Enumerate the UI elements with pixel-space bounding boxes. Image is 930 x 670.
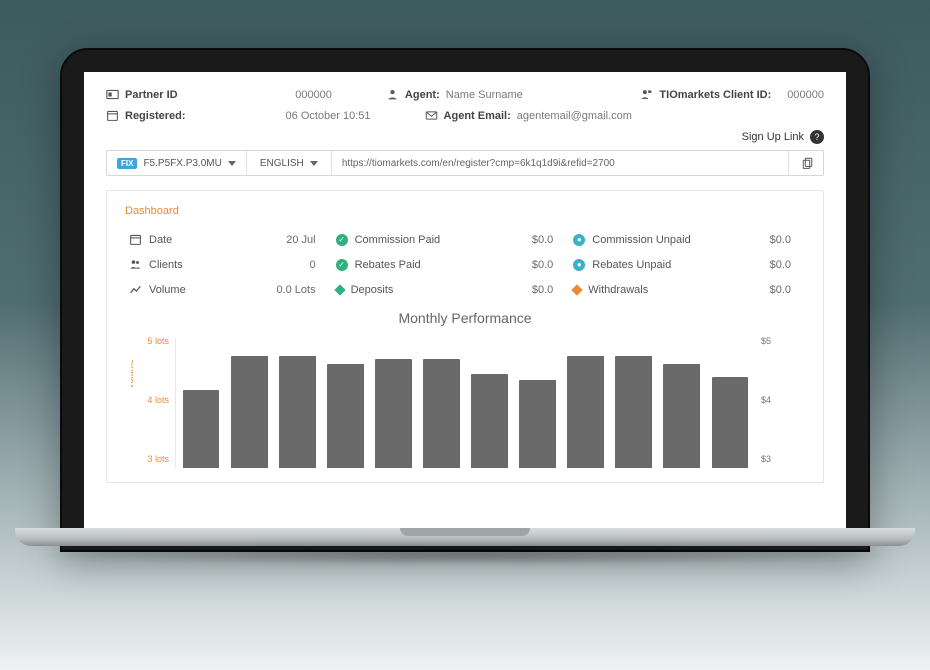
stat-deposits: Deposits: [336, 284, 481, 296]
signup-link-label: Sign Up Link: [742, 131, 804, 143]
stat-withdrawals-value: $0.0: [728, 284, 801, 296]
signup-url: https://tiomarkets.com/en/register?cmp=6…: [342, 158, 615, 169]
y-axis-left-ticks: 5 lots 4 lots 3 lots: [131, 332, 169, 482]
calendar-icon: [106, 109, 119, 122]
laptop-shadow: [25, 544, 905, 566]
diamond-down-icon: [572, 284, 583, 295]
registered: Registered:: [106, 109, 186, 122]
id-card-icon: [106, 88, 119, 101]
dashboard-title: Dashboard: [125, 205, 805, 217]
chart-bar: [423, 359, 460, 468]
envelope-icon: [425, 109, 438, 122]
partner-id-label: Partner ID: [125, 89, 178, 101]
stat-commission-unpaid: ● Commission Unpaid: [573, 234, 718, 246]
y-axis-right-ticks: $5 $4 $3: [761, 332, 799, 482]
chart-line-icon: [129, 283, 142, 296]
chart-bar: [375, 359, 412, 468]
chart-bar: [183, 390, 220, 468]
stat-rebates-paid: ✓ Rebates Paid: [336, 259, 481, 271]
stat-volume: Volume: [129, 283, 243, 296]
stat-rebates-unpaid-value: $0.0: [728, 259, 801, 271]
agent-label: Agent:: [405, 89, 440, 101]
agent-value: Name Surname: [446, 89, 523, 101]
stat-commission-paid-value: $0.0: [491, 234, 564, 246]
dashboard-stats: Date 20 Jul ✓ Commission Paid $0.0 ● Com…: [125, 233, 805, 306]
client-id: TIOmarkets Client ID: 000000: [640, 88, 824, 101]
language-selector[interactable]: ENGLISH: [247, 151, 332, 175]
chart-bar: [615, 356, 652, 468]
chart-bar: [712, 377, 749, 468]
chart-bar: [519, 380, 556, 468]
chart-bar: [663, 364, 700, 468]
chart-bar: [279, 356, 316, 468]
chart-plot-area: [175, 338, 755, 468]
monthly-performance-chart: Volume 5 lots 4 lots 3 lots $5 $4 $3: [131, 332, 799, 482]
stat-rebates-unpaid: ● Rebates Unpaid: [573, 259, 718, 271]
agent: Agent: Name Surname: [386, 88, 523, 101]
caret-down-icon: [228, 161, 236, 166]
stat-clients-value: 0: [253, 259, 326, 271]
laptop-notch: [400, 528, 530, 536]
calendar-icon: [129, 233, 142, 246]
client-id-value: 000000: [787, 89, 824, 101]
header-row-2: Registered: 06 October 10:51 Agent Email…: [106, 109, 824, 122]
chart-bar: [471, 374, 508, 468]
chart-bar: [327, 364, 364, 468]
stat-volume-value: 0.0 Lots: [253, 284, 326, 296]
person-badge-icon: [640, 88, 653, 101]
stat-clients: Clients: [129, 258, 243, 271]
account-selector[interactable]: FIX F5.P5FX.P3.0MU: [107, 151, 247, 175]
stat-withdrawals: Withdrawals: [573, 284, 718, 296]
dashboard-card: Dashboard Date 20 Jul ✓ Commission Paid …: [106, 190, 824, 483]
caret-down-icon: [310, 161, 318, 166]
clock-circle-icon: ●: [573, 234, 585, 246]
agent-email-value: agentemail@gmail.com: [517, 110, 632, 122]
copy-link-button[interactable]: [789, 151, 823, 175]
partner-id: Partner ID: [106, 88, 178, 101]
fix-badge: FIX: [117, 158, 137, 169]
partner-id-value: 000000: [295, 89, 332, 101]
account-id: F5.P5FX.P3.0MU: [143, 158, 221, 169]
registered-label: Registered:: [125, 110, 186, 122]
signup-link-label-row: Sign Up Link ?: [106, 130, 824, 144]
person-icon: [386, 88, 399, 101]
app-screen: Partner ID 000000 Agent: Name Surname: [84, 72, 846, 538]
clock-circle-icon: ●: [573, 259, 585, 271]
agent-email-label: Agent Email:: [444, 110, 511, 122]
registered-value: 06 October 10:51: [286, 110, 371, 122]
agent-email: Agent Email: agentemail@gmail.com: [425, 109, 632, 122]
stat-commission-paid: ✓ Commission Paid: [336, 234, 481, 246]
stat-deposits-value: $0.0: [491, 284, 564, 296]
copy-icon: [800, 157, 813, 170]
client-id-label: TIOmarkets Client ID:: [659, 89, 771, 101]
laptop-bezel: Partner ID 000000 Agent: Name Surname: [60, 48, 870, 552]
diamond-up-icon: [334, 284, 345, 295]
header-row-1: Partner ID 000000 Agent: Name Surname: [106, 88, 824, 101]
chart-bar: [567, 356, 604, 468]
check-circle-icon: ✓: [336, 259, 348, 271]
stat-date-value: 20 Jul: [253, 234, 326, 246]
signup-url-field[interactable]: https://tiomarkets.com/en/register?cmp=6…: [332, 151, 789, 175]
help-icon[interactable]: ?: [810, 130, 824, 144]
signup-toolbar: FIX F5.P5FX.P3.0MU ENGLISH https://tioma…: [106, 150, 824, 176]
stat-commission-unpaid-value: $0.0: [728, 234, 801, 246]
chart-title: Monthly Performance: [125, 310, 805, 326]
laptop-base: [0, 528, 930, 554]
stat-date: Date: [129, 233, 243, 246]
chart-bar: [231, 356, 268, 468]
people-icon: [129, 258, 142, 271]
stat-rebates-paid-value: $0.0: [491, 259, 564, 271]
laptop-frame: Partner ID 000000 Agent: Name Surname: [60, 48, 870, 552]
check-circle-icon: ✓: [336, 234, 348, 246]
language-value: ENGLISH: [260, 158, 304, 169]
header-panel: Partner ID 000000 Agent: Name Surname: [84, 72, 846, 176]
